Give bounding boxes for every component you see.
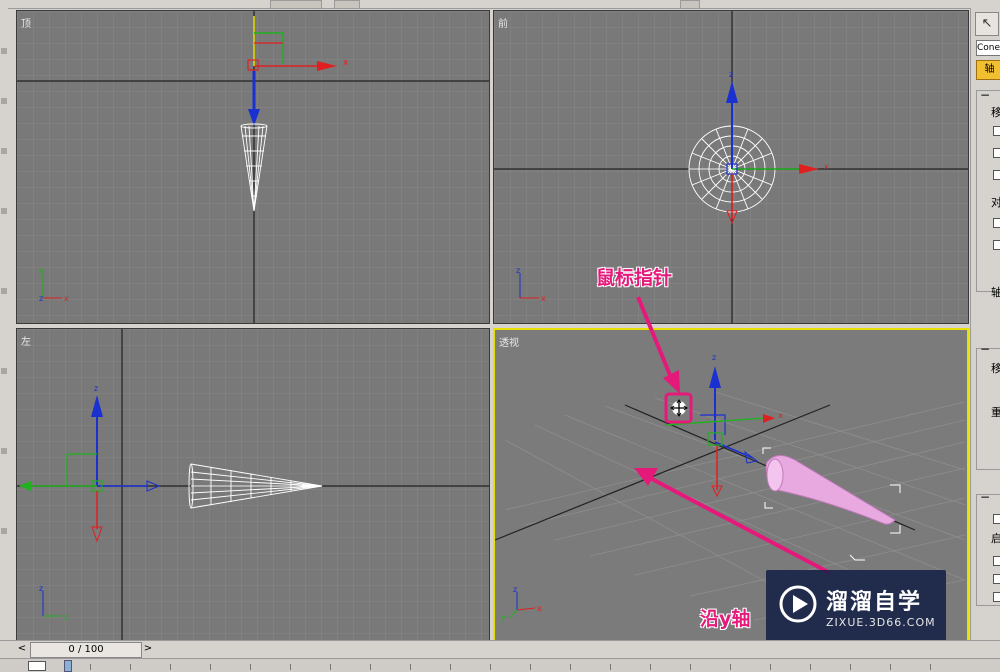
select-cursor-icon[interactable]: ↖ xyxy=(975,12,999,36)
track-tick xyxy=(610,664,611,670)
watermark-url: ZIXUE.3D66.COM xyxy=(826,616,936,629)
checkbox[interactable] xyxy=(993,556,1000,566)
rollout-label: 移 xyxy=(991,362,1000,375)
track-tick xyxy=(890,664,891,670)
time-slider[interactable]: 0 / 100 xyxy=(30,642,142,658)
prev-frame-button[interactable]: < xyxy=(16,643,28,655)
track-tick xyxy=(210,664,211,670)
track-tick xyxy=(770,664,771,670)
checkbox[interactable] xyxy=(993,514,1000,524)
track-tick xyxy=(570,664,571,670)
track-tick xyxy=(930,664,931,670)
track-tick xyxy=(650,664,651,670)
next-frame-button[interactable]: > xyxy=(142,643,154,655)
track-tick xyxy=(290,664,291,670)
track-tick xyxy=(490,664,491,670)
checkbox[interactable] xyxy=(993,240,1000,250)
watermark-badge: 溜溜自学 ZIXUE.3D66.COM xyxy=(766,570,946,642)
object-name-field[interactable]: Cone xyxy=(976,40,1000,56)
track-tick xyxy=(370,664,371,670)
rollout-label: 移 xyxy=(991,106,1000,119)
checkbox[interactable] xyxy=(993,574,1000,584)
tab-axis[interactable]: 轴 xyxy=(976,60,1000,80)
command-panel: ↖ Cone 轴 − 移 对 轴 − 移 重 − 启 xyxy=(970,8,1000,640)
checkbox[interactable] xyxy=(993,148,1000,158)
track-tick xyxy=(130,664,131,670)
watermark-name: 溜溜自学 xyxy=(826,590,923,615)
annotation-drag-caption: 沿y轴 xyxy=(700,608,751,630)
rollout-label: 轴 xyxy=(991,286,1000,299)
track-tick xyxy=(170,664,171,670)
key-filter-icon[interactable] xyxy=(28,661,46,671)
checkbox[interactable] xyxy=(993,126,1000,136)
collapse-icon[interactable]: − xyxy=(980,490,990,504)
annotation-mouse-pointer: 鼠标指针 xyxy=(596,267,673,289)
rollout-group xyxy=(976,90,1000,292)
checkbox[interactable] xyxy=(993,592,1000,602)
track-tick xyxy=(850,664,851,670)
track-tick xyxy=(810,664,811,670)
time-slider-bar: < 0 / 100 > xyxy=(0,640,1000,659)
time-marker[interactable] xyxy=(64,660,72,672)
move-cursor-icon xyxy=(670,399,688,417)
collapse-icon[interactable]: − xyxy=(980,88,990,102)
checkbox[interactable] xyxy=(993,170,1000,180)
track-tick xyxy=(330,664,331,670)
rollout-label: 启 xyxy=(991,532,1000,545)
track-tick xyxy=(90,664,91,670)
checkbox[interactable] xyxy=(993,218,1000,228)
track-tick xyxy=(410,664,411,670)
collapse-icon[interactable]: − xyxy=(980,342,990,356)
track-tick xyxy=(730,664,731,670)
track-bar[interactable] xyxy=(0,658,1000,672)
rollout-label: 对 xyxy=(991,196,1000,209)
track-tick xyxy=(450,664,451,670)
track-tick xyxy=(690,664,691,670)
track-tick xyxy=(530,664,531,670)
play-logo-icon xyxy=(779,585,817,623)
rollout-label: 重 xyxy=(991,406,1000,419)
track-tick xyxy=(250,664,251,670)
rollout-group xyxy=(976,494,1000,606)
